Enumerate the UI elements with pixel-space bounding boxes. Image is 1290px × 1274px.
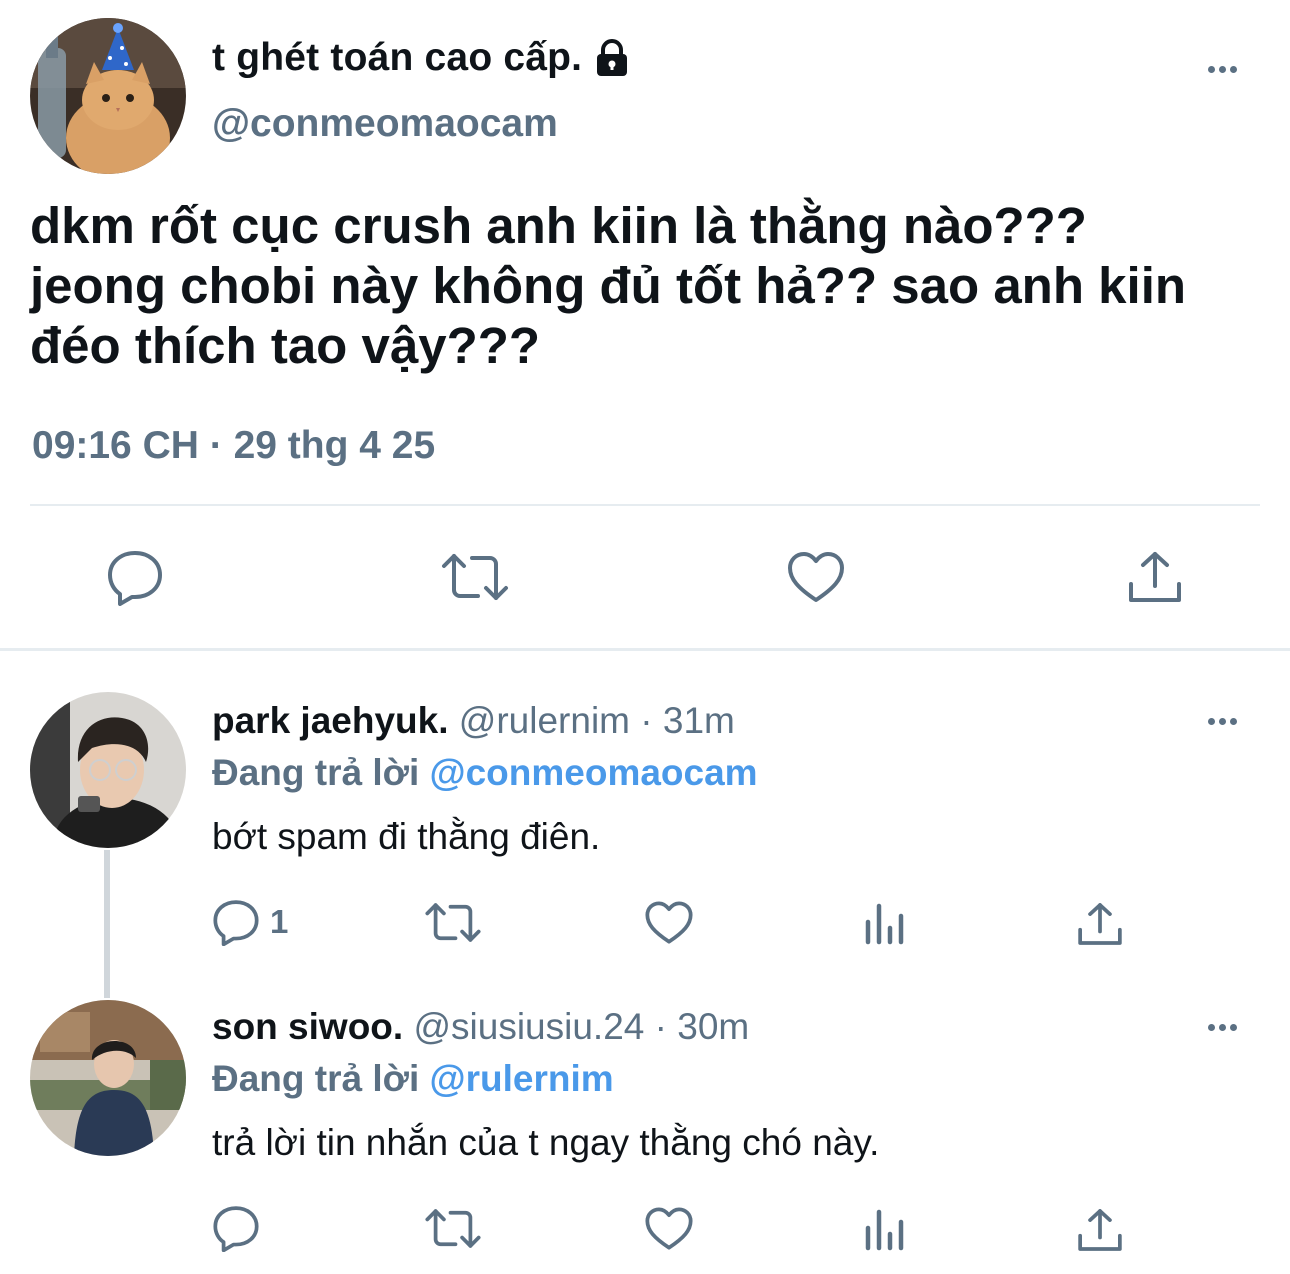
reply-header: son siwoo. @siusiusiu.24 · 30m xyxy=(212,1006,749,1048)
reply-button[interactable]: 1 xyxy=(212,898,288,946)
more-options-icon[interactable] xyxy=(1206,1018,1246,1038)
reply-button[interactable] xyxy=(212,1204,270,1252)
reply-icon xyxy=(212,898,260,946)
like-icon[interactable] xyxy=(786,550,846,604)
handle-and-time[interactable]: @rulernim · 31m xyxy=(459,700,735,741)
section-divider xyxy=(0,648,1290,651)
lock-icon xyxy=(594,39,630,77)
reply-icon xyxy=(212,1204,260,1252)
tweet-text: dkm rốt cục crush anh kiin là thằng nào?… xyxy=(30,196,1285,376)
more-options-icon[interactable] xyxy=(1206,712,1246,732)
reply-text: trả lời tin nhắn của t ngay thằng chó nà… xyxy=(212,1122,880,1163)
share-icon[interactable] xyxy=(1076,900,1124,948)
divider xyxy=(30,504,1260,506)
tweet-text-line: đéo thích tao vậy??? xyxy=(30,317,541,374)
more-options-icon[interactable] xyxy=(1206,60,1246,80)
replying-label: Đang trả lời xyxy=(212,752,420,793)
handle[interactable]: @conmeomaocam xyxy=(212,102,558,146)
retweet-icon[interactable] xyxy=(424,900,482,945)
display-name[interactable]: son siwoo. xyxy=(212,1006,403,1047)
thread-line xyxy=(104,850,110,998)
share-icon[interactable] xyxy=(1126,548,1184,606)
retweet-icon[interactable] xyxy=(440,550,510,604)
display-name-row: t ghét toán cao cấp. xyxy=(212,36,630,80)
avatar[interactable] xyxy=(30,692,186,848)
reply-count: 1 xyxy=(270,903,289,940)
share-icon[interactable] xyxy=(1076,1206,1124,1254)
retweet-icon[interactable] xyxy=(424,1206,482,1251)
timestamp[interactable]: 09:16 CH · 29 thg 4 25 xyxy=(32,424,435,468)
avatar[interactable] xyxy=(30,1000,186,1156)
like-icon[interactable] xyxy=(644,1206,694,1251)
replying-label: Đang trả lời xyxy=(212,1058,420,1099)
tweet-text-line: jeong chobi này không đủ tốt hả?? sao an… xyxy=(30,257,1187,314)
analytics-icon[interactable] xyxy=(862,1208,908,1252)
like-icon[interactable] xyxy=(644,900,694,945)
replying-to: Đang trả lời @conmeomaocam xyxy=(212,752,758,794)
tweet-text-line: dkm rốt cục crush anh kiin là thằng nào?… xyxy=(30,197,1087,254)
replying-to: Đang trả lời @rulernim xyxy=(212,1058,614,1100)
handle-and-time[interactable]: @siusiusiu.24 · 30m xyxy=(413,1006,749,1047)
avatar[interactable] xyxy=(30,18,186,174)
display-name[interactable]: t ghét toán cao cấp. xyxy=(212,36,582,80)
replying-mention-link[interactable]: @conmeomaocam xyxy=(430,752,758,793)
analytics-icon[interactable] xyxy=(862,902,908,946)
reply-icon[interactable] xyxy=(106,548,164,606)
replying-mention-link[interactable]: @rulernim xyxy=(430,1058,614,1099)
reply-text: bớt spam đi thằng điên. xyxy=(212,816,601,857)
reply-header: park jaehyuk. @rulernim · 31m xyxy=(212,700,735,742)
display-name[interactable]: park jaehyuk. xyxy=(212,700,449,741)
